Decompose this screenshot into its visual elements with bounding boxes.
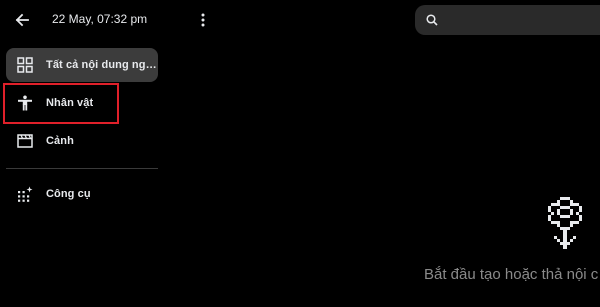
- sidebar-item-label: Nhân vật: [46, 97, 94, 109]
- flower-icon: [548, 197, 582, 249]
- more-options-button[interactable]: [193, 9, 213, 31]
- search-bar[interactable]: [415, 5, 600, 35]
- session-date: 22 May, 07:32 pm: [52, 12, 148, 26]
- sidebar-item-label: Công cụ: [46, 188, 91, 200]
- header: 22 May, 07:32 pm: [0, 0, 165, 40]
- sparkle-grid-icon: [14, 183, 36, 205]
- sidebar-item-tools[interactable]: Công cụ: [6, 177, 158, 211]
- sidebar-item-characters[interactable]: Nhân vật: [6, 86, 158, 120]
- arrow-back-icon: [15, 13, 29, 27]
- sidebar-divider: [6, 168, 158, 169]
- empty-state-text: Bắt đầu tạo hoặc thả nội c: [424, 266, 599, 283]
- person-icon: [14, 92, 36, 114]
- sidebar-item-label: Cảnh: [46, 135, 74, 147]
- sidebar-item-scenes[interactable]: Cảnh: [6, 124, 158, 158]
- sidebar-item-label: Tất cả nội dung nghe ...: [46, 59, 158, 71]
- more-vert-icon: [201, 13, 205, 27]
- sidebar-item-all-content[interactable]: Tất cả nội dung nghe ...: [6, 48, 158, 82]
- search-input[interactable]: [444, 12, 588, 28]
- search-icon: [426, 14, 438, 26]
- back-button[interactable]: [10, 8, 34, 32]
- clapperboard-icon: [14, 130, 36, 152]
- grid-icon: [14, 54, 36, 76]
